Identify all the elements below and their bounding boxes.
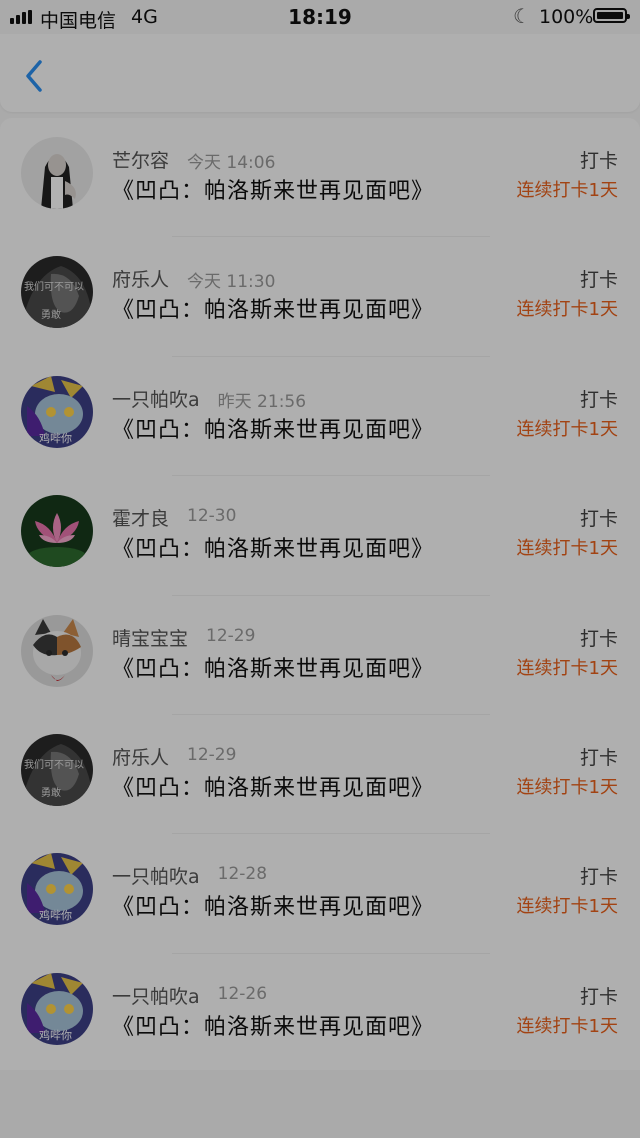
svg-text:我们可不可以: 我们可不可以 bbox=[24, 280, 84, 293]
checkin-label: 打卡 bbox=[579, 627, 618, 650]
battery-fill bbox=[597, 12, 623, 19]
list-item[interactable]: 霍才良 12-30 《凹凸：帕洛斯来世再见面吧》 打卡连续打卡1天 bbox=[0, 476, 640, 596]
list-item[interactable]: 鸡哔你 一只帕吹a 昨天 21:56 《凹凸：帕洛斯来世再见面吧》 打卡连续打卡1天 bbox=[0, 357, 640, 477]
battery-icon bbox=[593, 8, 630, 23]
checkin-label: 打卡 bbox=[579, 508, 618, 531]
post-title[interactable]: 《凹凸：帕洛斯来世再见面吧》 bbox=[112, 531, 434, 563]
svg-text:鸡哔你: 鸡哔你 bbox=[39, 908, 72, 922]
list-item[interactable]: 我们可不可以 勇敢 府乐人 12-29 《凹凸：帕洛斯来世再见面吧》 打卡连续打卡1天 bbox=[0, 715, 640, 835]
chevron-left-icon bbox=[26, 60, 42, 92]
checkin-label: 打卡 bbox=[579, 866, 618, 889]
svg-text:我们可不可以: 我们可不可以 bbox=[24, 758, 84, 771]
list-item[interactable]: 芒尔容 今天 14:06 《凹凸：帕洛斯来世再见面吧》 打卡连续打卡1天 bbox=[0, 118, 640, 238]
streak-label: 连续打卡1天 bbox=[516, 896, 618, 918]
list-item[interactable]: 鸡哔你 一只帕吹a 12-26 《凹凸：帕洛斯来世再见面吧》 打卡连续打卡1天 bbox=[0, 954, 640, 1073]
streak-label: 连续打卡1天 bbox=[516, 538, 618, 560]
moon-icon: ☾ bbox=[513, 4, 531, 28]
post-time: 昨天 21:56 bbox=[217, 391, 307, 412]
avatar[interactable] bbox=[21, 137, 93, 209]
streak-label: 连续打卡1天 bbox=[516, 776, 618, 798]
avatar[interactable]: 我们可不可以 勇敢 bbox=[21, 256, 93, 329]
user-name[interactable]: 府乐人 bbox=[112, 743, 169, 770]
avatar[interactable] bbox=[21, 614, 93, 687]
user-name[interactable]: 府乐人 bbox=[112, 265, 169, 292]
user-name[interactable]: 芒尔容 bbox=[112, 146, 169, 173]
streak-label: 连续打卡1天 bbox=[516, 657, 618, 679]
svg-text:鸡哔你: 鸡哔你 bbox=[39, 1028, 72, 1042]
checkin-label: 打卡 bbox=[579, 746, 618, 769]
avatar[interactable]: 鸡哔你 bbox=[21, 972, 93, 1045]
streak-label: 连续打卡1天 bbox=[516, 180, 618, 201]
status-bar: 中国电信 4G 18:19 ☾ 100% bbox=[0, 0, 640, 34]
avatar[interactable]: 鸡哔你 bbox=[21, 375, 93, 448]
post-title[interactable]: 《凹凸：帕洛斯来世再见面吧》 bbox=[112, 292, 434, 324]
checkin-label: 打卡 bbox=[579, 269, 618, 292]
post-time: 12-26 bbox=[217, 983, 268, 1004]
nav-bar bbox=[0, 34, 640, 112]
svg-text:勇敢: 勇敢 bbox=[41, 308, 61, 321]
post-title[interactable]: 《凹凸：帕洛斯来世再见面吧》 bbox=[112, 651, 434, 683]
post-title[interactable]: 《凹凸：帕洛斯来世再见面吧》 bbox=[112, 889, 434, 921]
back-button[interactable] bbox=[18, 56, 50, 96]
post-time: 12-28 bbox=[217, 864, 268, 885]
checkin-list: 芒尔容 今天 14:06 《凹凸：帕洛斯来世再见面吧》 打卡 连续打卡1天 我们可不可以… bbox=[0, 118, 640, 1070]
user-name[interactable]: 晴宝宝宝 bbox=[112, 624, 188, 651]
post-time: 12-29 bbox=[206, 625, 256, 646]
avatar[interactable] bbox=[21, 495, 93, 568]
checkin-label: 打卡 bbox=[579, 985, 618, 1008]
post-time: 今天 14:06 bbox=[187, 153, 276, 173]
checkin-label: 打卡 bbox=[579, 388, 618, 411]
checkin-label: 打卡 bbox=[579, 150, 618, 172]
post-title[interactable]: 《凹凸：帕洛斯来世再见面吧》 bbox=[112, 770, 434, 802]
screen: 中国电信 4G 18:19 ☾ 100% 芒尔容 今天 14:06 《凹凸：帕洛斯来… bbox=[0, 0, 640, 1138]
post-title[interactable]: 《凹凸：帕洛斯来世再见面吧》 bbox=[112, 412, 434, 444]
user-name[interactable]: 一只帕吹a bbox=[112, 385, 200, 412]
svg-text:鸡哔你: 鸡哔你 bbox=[39, 431, 72, 445]
post-title[interactable]: 《凹凸：帕洛斯来世再见面吧》 bbox=[112, 1009, 434, 1041]
streak-label: 连续打卡1天 bbox=[516, 299, 618, 321]
avatar[interactable]: 我们可不可以 勇敢 bbox=[21, 733, 93, 806]
streak-label: 连续打卡1天 bbox=[516, 418, 618, 440]
avatar[interactable]: 鸡哔你 bbox=[21, 853, 93, 926]
streak-label: 连续打卡1天 bbox=[516, 1015, 618, 1037]
svg-text:勇敢: 勇敢 bbox=[41, 786, 61, 799]
battery-percent: 100% bbox=[539, 6, 594, 28]
post-time: 12-30 bbox=[187, 506, 237, 527]
post-time: 12-29 bbox=[187, 744, 237, 765]
user-name[interactable]: 一只帕吹a bbox=[112, 982, 200, 1009]
user-name[interactable]: 霍才良 bbox=[112, 504, 169, 531]
post-time: 今天 11:30 bbox=[187, 272, 276, 293]
list-item[interactable]: 鸡哔你 一只帕吹a 12-28 《凹凸：帕洛斯来世再见面吧》 打卡连续打卡1天 bbox=[0, 834, 640, 954]
list-item[interactable]: 我们可不可以 勇敢 府乐人 今天 11:30 《凹凸：帕洛斯来世再见面吧》 打卡连续打… bbox=[0, 237, 640, 357]
post-title[interactable]: 《凹凸：帕洛斯来世再见面吧》 bbox=[112, 173, 434, 205]
user-name[interactable]: 一只帕吹a bbox=[112, 862, 200, 889]
list-item[interactable]: 晴宝宝宝 12-29 《凹凸：帕洛斯来世再见面吧》 打卡连续打卡1天 bbox=[0, 596, 640, 715]
